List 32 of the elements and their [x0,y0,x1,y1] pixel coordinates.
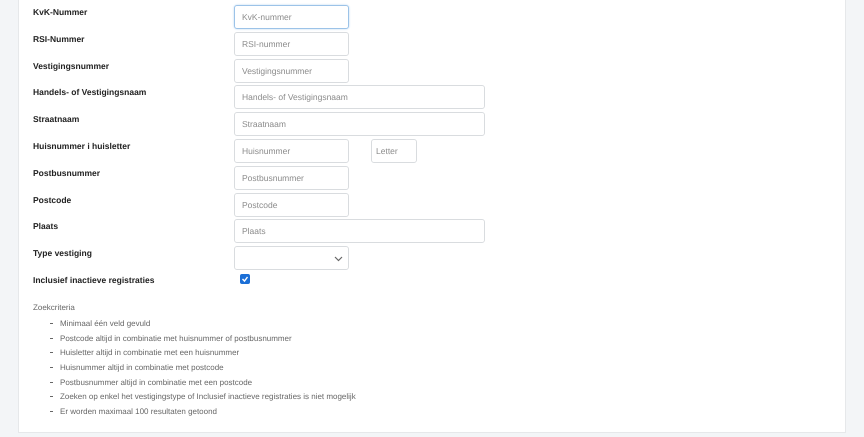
field-label: Vestigingsnummer [33,60,110,71]
criteria-item: Zoeken op enkel het vestigingstype of Inclusief inactieve registraties is niet mogelijk [60,392,356,402]
input-field[interactable]: Vestigingsnummer [234,58,349,83]
criteria-item: Huisnummer altijd in combinatie met postcode [60,362,224,372]
criteria-item: Postbusnummer altijd in combinatie met een postcode [60,378,252,387]
criteria-item: Er worden maximaal 100 resultaten getoond [60,406,217,416]
criteria-item: Huisletter altijd in combinatie met een huisnummer [60,348,240,358]
field-label: Handels- of Vestigingsnaam [33,86,148,98]
input-field[interactable]: Plaats [234,219,485,244]
field-label: Plaats [33,220,60,232]
input-field[interactable]: Postbusnummer [234,166,349,190]
field-label: Postbusnummer [33,166,102,178]
input-field[interactable]: Huisnummer [234,138,349,163]
field-label: Inclusief inactieve registraties [33,274,156,285]
field-label: Straatnaam [33,113,80,124]
chevron-down-icon [334,256,343,262]
input-field[interactable]: KvK-nummer [234,5,349,29]
field-label: KvK-Nummer [33,6,88,17]
select-field[interactable] [234,246,349,270]
field-label: Type vestiging [33,247,93,258]
input-field[interactable]: RSI-nummer [234,32,349,56]
criteria-item: Minimaal één veld gevuld [60,318,150,328]
field-label: RSI-Nummer [33,32,86,44]
input-field[interactable]: Handels- of Vestigingsnaam [234,85,485,110]
input-field[interactable]: Letter [371,138,417,163]
field-label: Postcode [33,194,72,205]
field-label: Huisnummer i huisletter [33,140,132,151]
input-field[interactable]: Straatnaam [234,112,485,136]
criteria-item: Postcode altijd in combinatie met huisnummer of postbusnummer [60,334,292,342]
criteria-title: Zoekcriteria [33,302,76,312]
checkbox[interactable] [240,274,250,284]
input-field[interactable]: Postcode [234,192,349,217]
